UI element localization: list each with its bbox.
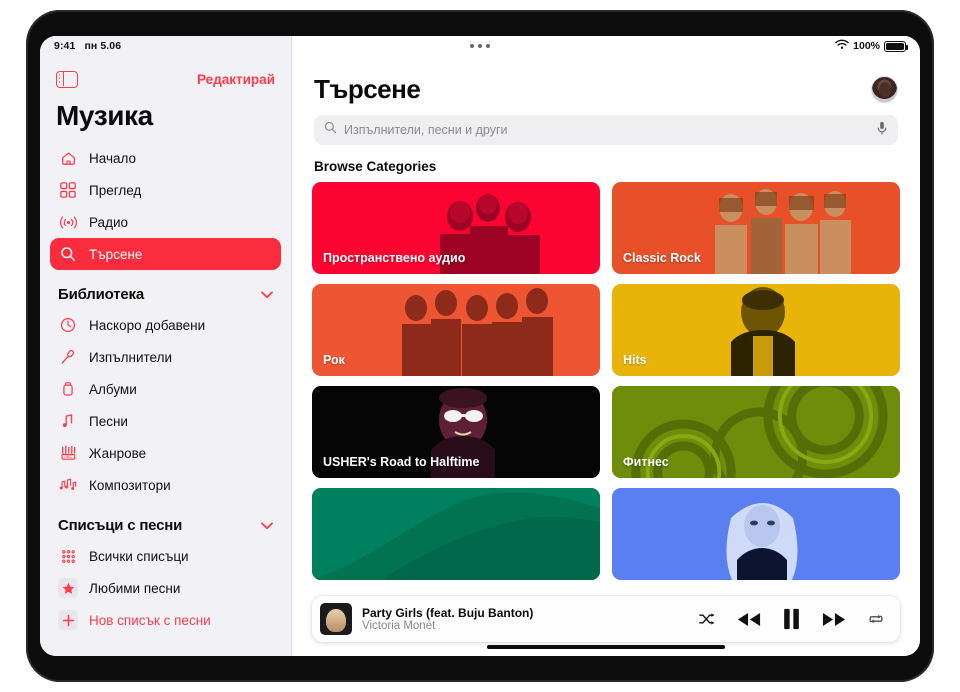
microphone-icon [58,347,78,367]
category-card-label: USHER's Road to Halftime [323,455,480,469]
main-header: Търсене [312,62,900,111]
album-icon [58,379,78,399]
drake-portrait-photo [612,284,900,376]
microphone-icon[interactable] [876,121,888,140]
category-card-fitness[interactable]: Фитнес [612,386,900,478]
rock-band-photo [312,284,600,376]
avatar[interactable] [871,76,898,103]
sidebar-item-label: Жанрове [89,445,147,461]
app-title: Музика [56,100,153,131]
grid-icon [58,180,78,200]
sidebar-item-recently-added[interactable]: Наскоро добавени [50,309,281,341]
category-card-green-abstract[interactable] [312,488,600,580]
sidebar-item-all-playlists[interactable]: Всички списъци [50,540,281,572]
sidebar-item-label: Изпълнители [89,349,173,365]
sidebar-item-label: Любими песни [89,580,181,596]
shuffle-button[interactable] [699,612,715,626]
sidebar-toggle-icon[interactable] [56,70,78,88]
sidebar-item-label: Песни [89,413,128,429]
sidebar-item-songs[interactable]: Песни [50,405,281,437]
category-card-hits[interactable]: Hits [612,284,900,376]
sidebar-item-label: Нов списък с песни [89,612,211,628]
search-input[interactable]: Изпълнители, песни и други [314,115,898,145]
music-note-icon [58,411,78,431]
now-playing-artist: Victoria Monét [362,620,436,632]
search-icon [324,121,337,139]
sidebar-item-genres[interactable]: ABC Жанрове [50,437,281,469]
category-card-rock[interactable]: Рок [312,284,600,376]
star-icon [58,578,78,598]
category-card-label: Hits [623,353,647,367]
library-section-title: Библиотека [58,286,144,303]
sidebar: Редактирай Музика Начало Преглед Радио Т… [40,36,292,656]
green-abstract-photo [312,488,600,580]
category-card-label: Classic Rock [623,251,701,265]
home-icon [58,148,78,168]
playlists-section-title: Списъци с песни [58,517,183,534]
screen: Редактирай Музика Начало Преглед Радио Т… [40,36,920,656]
category-card-spatial-audio[interactable]: Пространствено аудио [312,182,600,274]
sidebar-item-albums[interactable]: Албуми [50,373,281,405]
clock-icon [58,315,78,335]
sidebar-item-label: Композитори [89,477,171,493]
search-placeholder: Изпълнители, песни и други [344,123,508,137]
plus-icon [58,610,78,630]
browse-categories-label: Browse Categories [314,159,437,174]
now-playing-title: Party Girls (feat. Buju Banton) [362,606,534,620]
edit-button[interactable]: Редактирай [197,72,275,87]
sidebar-nav-list: Начало Преглед Радио Търсене [40,142,291,270]
sidebar-item-label: Радио [89,214,128,230]
sidebar-item-favorite-songs[interactable]: Любими песни [50,572,281,604]
album-artwork[interactable] [320,603,352,635]
now-playing-meta: Party Girls (feat. Buju Banton) Victoria… [362,606,689,632]
sidebar-item-label: Търсене [89,246,143,262]
sidebar-item-home[interactable]: Начало [50,142,281,174]
home-indicator [487,644,725,649]
now-playing-bar[interactable]: Party Girls (feat. Buju Banton) Victoria… [312,596,900,642]
sidebar-item-browse[interactable]: Преглед [50,174,281,206]
category-card-label: Пространствено аудио [323,251,466,265]
genres-icon: ABC [58,443,78,463]
fast-forward-button[interactable] [822,611,846,628]
category-card-usher[interactable]: USHER's Road to Halftime [312,386,600,478]
pause-button[interactable] [783,608,800,630]
chevron-down-icon[interactable] [261,288,273,302]
category-card-label: Фитнес [623,455,669,469]
sidebar-item-label: Начало [89,150,137,166]
main-content: Търсене Изпълнители, песни и други Brows… [292,36,920,656]
page-title: Търсене [314,74,421,104]
repeat-button[interactable] [868,612,884,626]
sidebar-item-label: Албуми [89,381,137,397]
composers-icon [58,475,78,495]
rewind-button[interactable] [737,611,761,628]
svg-text:ABC: ABC [64,454,72,459]
playlists-list: Всички списъци Любими песни Нов списък с… [40,540,291,636]
playlists-grid-icon [58,546,78,566]
blonde-artist-photo [612,488,900,580]
category-card-blue-artist[interactable] [612,488,900,580]
sidebar-item-label: Наскоро добавени [89,317,206,333]
sidebar-item-label: Всички списъци [89,548,189,564]
ipad-device-frame: Редактирай Музика Начало Преглед Радио Т… [26,10,934,682]
category-card-grid: Пространствено аудио Classic Rock Рок Hi… [312,182,900,580]
category-card-classic-rock[interactable]: Classic Rock [612,182,900,274]
chevron-down-icon[interactable] [261,519,273,533]
sidebar-top-bar: Редактирай [40,62,291,92]
search-icon [58,244,78,264]
category-card-label: Рок [323,353,345,367]
library-section-header[interactable]: Библиотека [40,270,291,309]
playlists-section-header[interactable]: Списъци с песни [40,501,291,540]
sidebar-item-composers[interactable]: Композитори [50,469,281,501]
sidebar-item-artists[interactable]: Изпълнители [50,341,281,373]
playback-controls [699,608,888,630]
sidebar-item-label: Преглед [89,182,142,198]
radio-icon [58,212,78,232]
sidebar-item-search[interactable]: Търсене [50,238,281,270]
library-list: Наскоро добавени Изпълнители Албуми Песн… [40,309,291,501]
sidebar-item-radio[interactable]: Радио [50,206,281,238]
sidebar-item-new-playlist[interactable]: Нов списък с песни [50,604,281,636]
